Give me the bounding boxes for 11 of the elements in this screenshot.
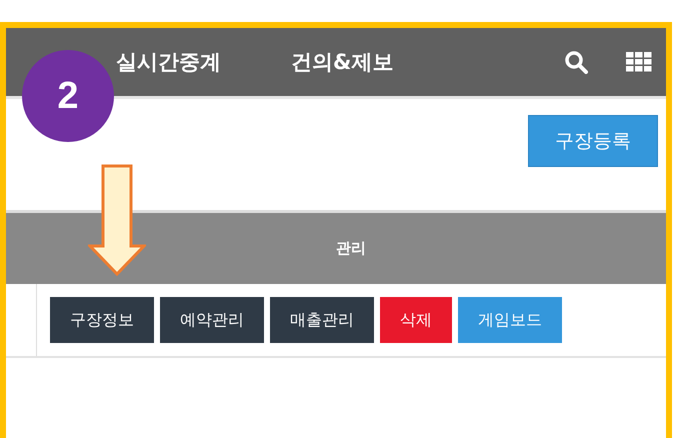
action-button[interactable]: 예약관리	[160, 297, 264, 343]
grid-icon[interactable]	[626, 52, 652, 72]
action-button[interactable]: 게임보드	[458, 297, 562, 343]
action-button[interactable]: 삭제	[380, 297, 452, 343]
register-button[interactable]: 구장등록	[528, 115, 658, 167]
action-button[interactable]: 구장정보	[50, 297, 154, 343]
nav-link[interactable]: 실시간중계	[116, 48, 221, 76]
column-header: 관리	[336, 239, 366, 258]
nav-link[interactable]: 건의&제보	[291, 48, 394, 76]
action-button[interactable]: 매출관리	[270, 297, 374, 343]
search-icon[interactable]	[564, 50, 588, 74]
